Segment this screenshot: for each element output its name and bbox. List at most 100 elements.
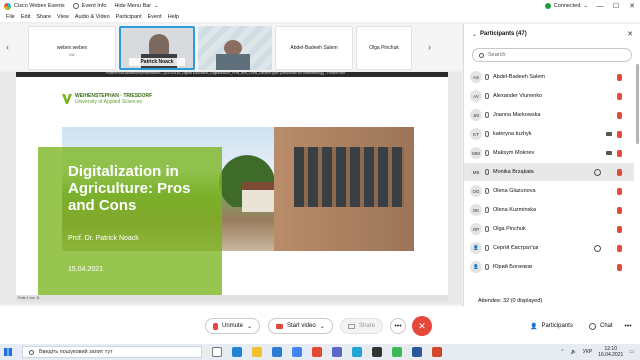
language-indicator[interactable]: УКР (583, 349, 592, 355)
chat-icon[interactable] (594, 168, 601, 176)
video-tile-camera[interactable] (198, 26, 272, 70)
microphone-icon (485, 93, 489, 99)
menu-file[interactable]: File (3, 14, 18, 20)
participant-status-icons (594, 263, 622, 271)
avatar-person-icon: 👤 (470, 242, 482, 254)
chevron-down-icon: ⌄ (472, 31, 478, 38)
share-icon (348, 323, 355, 329)
microphone-icon (485, 264, 489, 270)
participant-name: Юрий Богачков (493, 264, 533, 270)
video-tile-self[interactable]: webex webex Me (28, 26, 116, 70)
mail-icon[interactable] (292, 347, 302, 357)
menu-participant[interactable]: Participant (113, 14, 145, 20)
participant-row[interactable]: JM Joanna Markowska (464, 106, 634, 124)
connection-status[interactable]: Connected ⌄ (541, 0, 592, 12)
participants-toggle-button[interactable]: 👤 Participants (523, 318, 580, 334)
chevron-down-icon: ⌄ (247, 323, 253, 330)
video-tile-active-speaker[interactable]: Patrick Noack (119, 26, 195, 70)
panel-options-button[interactable]: ••• (620, 318, 636, 334)
share-button[interactable]: Share (340, 318, 384, 334)
chat-toggle-button[interactable]: Chat (582, 318, 620, 334)
participants-icon: 👤 (530, 323, 538, 330)
menu-audio-video[interactable]: Audio & Video (72, 14, 113, 20)
search-icon (479, 52, 484, 58)
clock[interactable]: 12:10 16.04.2021 (598, 346, 623, 358)
participant-status-icons (594, 187, 622, 195)
camera-app-icon[interactable] (372, 347, 382, 357)
maximize-button[interactable]: ☐ (608, 2, 624, 10)
presentation-statusbar: Folie 1 von 11 (16, 295, 448, 302)
panel-scrollbar[interactable] (636, 64, 639, 144)
video-tile-olga-pinchuk[interactable]: Olga Pinchuk (356, 26, 412, 70)
participant-body-image (216, 54, 250, 70)
participant-row[interactable]: OK Olena Kuzminska (464, 201, 634, 219)
microphone-icon (485, 131, 489, 137)
participant-row[interactable]: AS Abdel-Badeeh Salem (464, 68, 634, 86)
menu-share[interactable]: Share (33, 14, 54, 20)
minimize-button[interactable]: — (592, 3, 608, 10)
more-options-button[interactable]: ••• (390, 318, 406, 334)
participant-row[interactable]: 👤 Сергій Євстрат'єв (464, 239, 634, 257)
leave-meeting-button[interactable]: ✕ (412, 316, 432, 336)
event-info-button[interactable]: Event Info (69, 0, 111, 12)
edge-icon[interactable] (232, 347, 242, 357)
volume-icon[interactable]: 🔈 (571, 349, 577, 355)
app-icon[interactable] (352, 347, 362, 357)
participant-row[interactable]: AV Alexander Viunenko (464, 87, 634, 105)
microphone-icon (485, 74, 489, 80)
menu-view[interactable]: View (54, 14, 72, 20)
network-icon[interactable]: ⌃ (560, 349, 564, 355)
office-icon[interactable] (312, 347, 322, 357)
participant-status-icons (594, 244, 622, 252)
participant-name: Abdel-Badeeh Salem (493, 74, 545, 80)
menu-event[interactable]: Event (145, 14, 165, 20)
participant-row[interactable]: OP Olga Pinchuk (464, 220, 634, 238)
store-icon[interactable] (272, 347, 282, 357)
hide-menu-bar-button[interactable]: Hide Menu Bar ⌄ (110, 0, 162, 12)
participant-name: Maksym Mokriev (493, 150, 535, 156)
microphone-icon (485, 207, 489, 213)
participant-status-icons (594, 130, 622, 138)
close-panel-button[interactable]: ✕ (627, 30, 633, 38)
menu-help[interactable]: Help (165, 14, 182, 20)
chat-icon[interactable] (594, 244, 601, 252)
participant-search-input[interactable]: Search (472, 48, 632, 62)
muted-mic-icon (617, 263, 622, 271)
task-view-icon[interactable] (212, 347, 222, 357)
connected-icon (544, 3, 551, 9)
strip-prev-arrow[interactable]: ‹ (6, 42, 9, 52)
participant-row[interactable]: KT kateryna tuzhyk (464, 125, 634, 143)
university-logo: WEIHENSTEPHAN · TRIESDORF University of … (62, 93, 152, 105)
attendee-count[interactable]: Attendee: 32 (0 displayed) (478, 298, 542, 304)
participant-row[interactable]: 👤 Юрий Богачков (464, 258, 634, 276)
muted-mic-icon (617, 206, 622, 214)
slide: WEIHENSTEPHAN · TRIESDORF University of … (16, 77, 448, 295)
start-video-button[interactable]: Start video ⌄ (268, 318, 333, 334)
powerpoint-icon[interactable] (432, 347, 442, 357)
file-explorer-icon[interactable] (252, 347, 262, 357)
unmute-button[interactable]: Unmute ⌄ (205, 318, 261, 334)
participant-row[interactable]: OG Olena Glazunova (464, 182, 634, 200)
participant-name: Olena Glazunova (493, 188, 536, 194)
notifications-icon[interactable]: ▭ (629, 349, 634, 355)
menu-edit[interactable]: Edit (18, 14, 33, 20)
participant-status-icons (594, 92, 622, 100)
participant-row[interactable]: MB Monika Brząkała (464, 163, 634, 181)
teams-icon[interactable] (332, 347, 342, 357)
taskbar-search-input[interactable]: Введіть пошуковий запит тут (22, 346, 202, 358)
participants-header[interactable]: ⌄ Participants (47) ✕ (464, 24, 640, 44)
meeting-controls: Unmute ⌄ Start video ⌄ Share ••• ✕ 👤 Par… (0, 306, 640, 344)
windows-start-icon[interactable] (4, 348, 12, 356)
participants-panel: ⌄ Participants (47) ✕ Search AS Abdel-Bad… (463, 24, 640, 306)
word-icon[interactable] (412, 347, 422, 357)
strip-next-arrow[interactable]: › (428, 42, 431, 52)
participant-row[interactable]: MM Maksym Mokriev (464, 144, 634, 162)
shared-content-area: PowerPoint-Bildschirmpräsentation - [202… (0, 71, 462, 304)
participant-name: Alexander Viunenko (493, 93, 543, 99)
slide-date: 15.04.2021 (68, 266, 104, 273)
video-tile-abdel-badeeh-salem[interactable]: Abdel-Badeeh Salem (275, 26, 353, 70)
university-logo-icon (62, 94, 72, 104)
avatar: OP (470, 223, 482, 235)
webex-taskbar-icon[interactable] (392, 347, 402, 357)
close-window-button[interactable]: ✕ (624, 2, 640, 10)
